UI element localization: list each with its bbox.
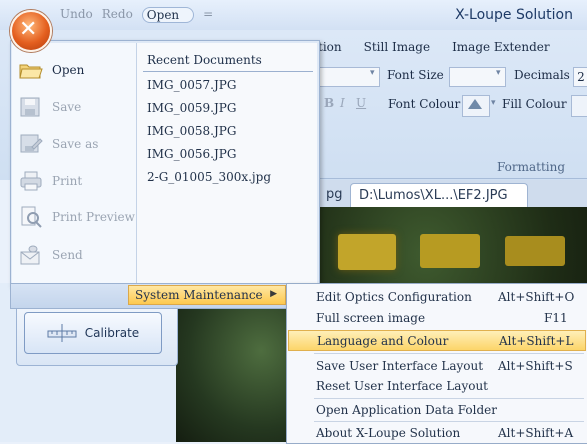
folder-open-icon [19,64,43,79]
send-menu-label: Send [52,248,83,262]
chevron-down-icon[interactable]: ▾ [496,68,501,78]
save-menu-label: Save [52,100,82,114]
save-as-menu-label: Save as [52,137,99,151]
decimals-field[interactable]: 2 [573,67,587,87]
submenu-item-edit-optics[interactable]: Edit Optics Configuration Alt+Shift+O [288,286,586,307]
print-preview-menu-label: Print Preview [52,210,135,224]
customize-toolbar-button[interactable]: = [203,7,213,23]
recent-document-item[interactable]: IMG_0058.JPG [147,124,236,138]
undo-button[interactable]: Undo [60,7,93,23]
image-component [505,236,565,266]
submenu-item-label: Full screen image [316,310,426,325]
ruler-icon [47,324,77,342]
chevron-right-icon: ▶ [270,289,277,299]
quick-access-toolbar: Undo Redo Open = [60,7,213,23]
print-preview-menu-item[interactable]: Print Preview [18,199,135,235]
print-menu-item[interactable]: Print [18,163,82,199]
recent-document-item[interactable]: IMG_0056.JPG [147,147,236,161]
underline-icon[interactable]: U [356,96,366,110]
send-menu-item[interactable]: Send [18,237,83,273]
fill-colour-label: Fill Colour [502,97,567,111]
submenu-separator [314,353,584,354]
ribbon-tab[interactable]: tion [318,40,342,54]
decimals-label: Decimals [514,68,570,82]
recent-divider [143,71,313,72]
submenu-item-label: Language and Colour [317,333,449,348]
redo-button[interactable]: Redo [102,7,133,23]
save-icon [20,97,40,117]
font-size-label: Font Size [387,68,444,82]
submenu-item-about[interactable]: About X-Loupe Solution Alt+Shift+A [288,422,586,443]
submenu-item-shortcut: Alt+Shift+S [498,358,573,373]
recent-document-item[interactable]: IMG_0059.JPG [147,101,236,115]
submenu-item-label: Reset User Interface Layout [316,378,488,393]
chevron-down-icon[interactable]: ▾ [491,98,496,108]
submenu-item-open-data-folder[interactable]: Open Application Data Folder [288,399,586,420]
submenu-item-label: About X-Loupe Solution [316,425,461,440]
recent-document-item[interactable]: 2-G_01005_300x.jpg [147,170,271,184]
save-as-menu-item[interactable]: Save as [18,126,98,162]
submenu-item-full-screen[interactable]: Full screen image F11 [288,307,586,328]
ribbon-tab-image-extender[interactable]: Image Extender [452,40,550,54]
application-button[interactable]: ✕ [10,10,52,52]
system-maintenance-label: System Maintenance [135,288,263,302]
recent-documents-title: Recent Documents [147,53,262,67]
open-menu-label: Open [52,63,85,77]
ribbon-divider [318,178,587,179]
chevron-down-icon[interactable]: ▾ [370,68,375,78]
italic-icon[interactable]: I [340,96,345,110]
app-logo-icon: ✕ [19,17,38,42]
fill-colour-button[interactable] [571,95,587,117]
submenu-item-language-colour[interactable]: Language and Colour Alt+Shift+L [288,330,586,351]
app-title: X-Loupe Solution [455,7,573,23]
print-menu-label: Print [52,174,83,188]
submenu-item-shortcut: Alt+Shift+A [498,425,574,440]
submenu-item-label: Save User Interface Layout [316,358,484,373]
submenu-item-label: Open Application Data Folder [316,402,497,417]
recent-document-item[interactable]: IMG_0057.JPG [147,78,236,92]
document-tab-active[interactable]: D:\Lumos\XL...\EF2.JPG [350,183,528,207]
submenu-item-shortcut: Alt+Shift+L [499,333,574,348]
paint-bucket-icon [468,99,482,109]
ribbon-tab-still-image[interactable]: Still Image [364,40,430,54]
ribbon-tabs: tion Still Image Image Extender [318,40,550,54]
submenu-item-save-layout[interactable]: Save User Interface Layout Alt+Shift+S [288,355,586,376]
open-quick-button[interactable]: Open [147,8,179,22]
save-as-icon [20,134,43,153]
calibrate-button[interactable]: Calibrate [24,312,162,354]
open-menu-item[interactable]: Open [18,52,84,88]
submenu-item-shortcut: F11 [544,310,568,325]
submenu-item-shortcut: Alt+Shift+O [498,289,575,304]
calibrate-label: Calibrate [84,326,140,340]
image-component [338,234,396,270]
image-component [420,234,480,268]
font-colour-label: Font Colour [388,97,461,111]
formatting-group-label: Formatting [497,160,566,174]
submenu-item-reset-layout[interactable]: Reset User Interface Layout [288,375,586,396]
save-menu-item[interactable]: Save [18,89,81,125]
send-icon [20,245,40,265]
printer-icon [20,171,42,191]
system-maintenance-button[interactable]: System Maintenance ▶ [128,285,286,305]
document-tab[interactable]: pg [318,183,351,207]
font-colour-button[interactable] [462,95,490,117]
bold-icon[interactable]: B [324,96,334,110]
submenu-item-label: Edit Optics Configuration [316,289,472,304]
print-preview-icon [21,206,42,228]
